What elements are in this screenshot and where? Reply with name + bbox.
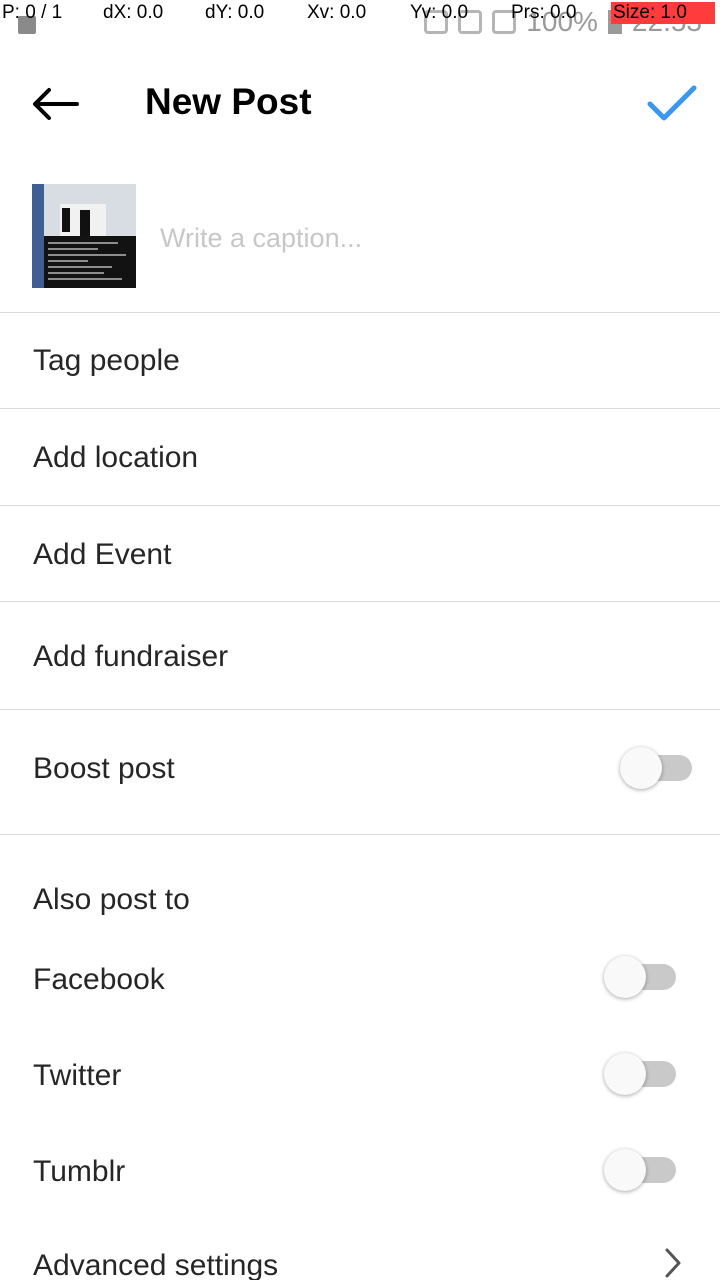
checkmark-icon	[647, 85, 697, 121]
overlay-dy: dY: 0.0	[205, 2, 265, 23]
overlay-xv: Xv: 0.0	[307, 2, 367, 23]
tag-people-label: Tag people	[33, 344, 180, 377]
back-button[interactable]	[26, 80, 84, 128]
advanced-settings-row[interactable]: Advanced settings	[0, 1228, 720, 1280]
pointer-debug-overlay: P: 0 / 1 dX: 0.0 dY: 0.0 Xv: 0.0 Yv: 0.0…	[0, 0, 720, 26]
overlay-yv: Yv: 0.0	[410, 2, 469, 23]
page-title: New Post	[145, 81, 312, 122]
arrow-left-icon	[33, 88, 79, 120]
overlay-prs: Prs: 0.0	[511, 2, 577, 23]
twitter-toggle[interactable]	[604, 1053, 680, 1095]
facebook-label: Facebook	[33, 963, 165, 996]
tumblr-toggle[interactable]	[604, 1149, 680, 1191]
twitter-label: Twitter	[33, 1059, 122, 1092]
overlay-dx: dX: 0.0	[103, 2, 164, 23]
add-location-label: Add location	[33, 441, 199, 474]
add-fundraiser-label: Add fundraiser	[33, 640, 229, 673]
add-event-row[interactable]: Add Event	[0, 506, 720, 601]
also-post-to-heading: Also post to	[33, 883, 190, 916]
chevron-right-icon	[662, 1246, 684, 1280]
share-button[interactable]	[642, 76, 702, 132]
add-location-row[interactable]: Add location	[0, 409, 720, 505]
boost-post-label: Boost post	[33, 752, 175, 785]
boost-post-toggle[interactable]	[620, 747, 696, 789]
caption-input[interactable]	[160, 218, 680, 258]
overlay-pointer-count: P: 0 / 1	[2, 2, 63, 23]
add-fundraiser-row[interactable]: Add fundraiser	[0, 602, 720, 709]
tag-people-row[interactable]: Tag people	[0, 313, 720, 408]
add-event-label: Add Event	[33, 538, 172, 571]
overlay-size: Size: 1.0	[611, 2, 715, 24]
top-bar: New Post	[0, 62, 720, 146]
facebook-toggle[interactable]	[604, 956, 680, 998]
caption-section	[0, 182, 720, 312]
post-thumbnail[interactable]	[32, 184, 136, 288]
tumblr-label: Tumblr	[33, 1155, 126, 1188]
advanced-settings-label: Advanced settings	[33, 1249, 279, 1280]
divider	[0, 834, 720, 835]
boost-post-row: Boost post	[0, 710, 720, 834]
